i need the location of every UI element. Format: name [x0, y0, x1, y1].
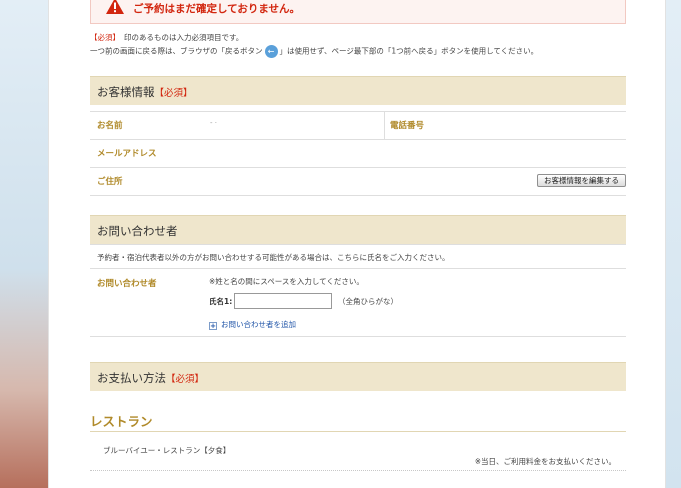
- back-note-before: 一つ前の画面に戻る際は、ブラウザの「戻るボタン: [90, 46, 263, 56]
- payment-title-text: お支払い方法: [97, 371, 166, 385]
- edit-customer-button[interactable]: お客様情報を編集する: [537, 174, 626, 187]
- inquirer-section-title: お問い合わせ者: [97, 224, 178, 238]
- payment-section-title: お支払い方法【必須】: [97, 370, 204, 386]
- inquirer-name-input[interactable]: [234, 293, 332, 309]
- inquirer-label: お問い合わせ者: [97, 279, 157, 289]
- address-label: ご住所: [97, 177, 123, 187]
- restaurant-item-name: ブルーバイユー・レストラン【夕食】: [103, 446, 231, 455]
- back-note-after: 」は使用せず、ページ最下部の「1つ前へ戻る」ボタンを使用してください。: [279, 46, 539, 56]
- customer-section-header: お客様情報【必須】: [90, 76, 626, 105]
- name-value: - ·: [210, 119, 217, 127]
- restaurant-payment-note: ※当日、ご利用料金をお支払いください。: [474, 457, 616, 466]
- required-mark: 【必須】: [90, 33, 120, 42]
- add-inquirer-text: お問い合わせ者を追加: [221, 320, 296, 329]
- inquirer-section-header: お問い合わせ者: [90, 215, 626, 244]
- customer-required-mark: 【必須】: [154, 88, 193, 99]
- main-page: ご予約はまだ確定しておりません。 【必須】 印のあるものは入力必須項目です。 一つ…: [48, 0, 666, 488]
- back-button-note: 一つ前の画面に戻る際は、ブラウザの「戻るボタン ← 」は使用せず、ページ最下部の「1…: [90, 45, 538, 58]
- plus-icon: +: [209, 322, 217, 330]
- back-arrow-icon: ←: [264, 45, 278, 58]
- restaurant-title: レストラン: [90, 414, 153, 429]
- divider: [90, 195, 626, 196]
- required-note: 【必須】 印のあるものは入力必須項目です。: [90, 32, 243, 43]
- inquirer-description: 予約者・宿泊代表者以外の方がお問い合わせする可能性がある場合は、こちらに氏名をご…: [97, 253, 450, 262]
- add-inquirer-link[interactable]: + お問い合わせ者を追加: [209, 319, 296, 330]
- divider: [384, 112, 385, 139]
- inquirer-name-suffix: （全角ひらがな）: [338, 297, 398, 306]
- background-left: [0, 0, 48, 488]
- warning-icon: [106, 0, 124, 14]
- divider: [90, 431, 626, 432]
- background-right: [666, 0, 681, 488]
- phone-label: 電話番号: [390, 121, 425, 131]
- customer-section-title: お客様情報【必須】: [97, 84, 193, 100]
- customer-title-text: お客様情報: [97, 85, 155, 99]
- dotted-divider: [90, 470, 626, 471]
- payment-required-mark: 【必須】: [166, 374, 205, 385]
- inquirer-hint: ※姓と名の間にスペースを入力してください。: [209, 277, 364, 286]
- email-label: メールアドレス: [97, 149, 157, 159]
- divider: [90, 139, 626, 140]
- divider: [90, 111, 626, 112]
- alert-message: ご予約はまだ確定しておりません。: [133, 3, 301, 15]
- name-label: お名前: [97, 121, 123, 131]
- unconfirmed-alert: ご予約はまだ確定しておりません。: [90, 0, 626, 24]
- inquirer-name-label: 氏名1:: [209, 297, 233, 306]
- divider: [90, 167, 626, 168]
- payment-section-header: お支払い方法【必須】: [90, 362, 626, 391]
- divider: [90, 268, 626, 269]
- divider: [90, 244, 626, 245]
- divider: [90, 336, 626, 337]
- required-note-text: 印のあるものは入力必須項目です。: [124, 33, 244, 42]
